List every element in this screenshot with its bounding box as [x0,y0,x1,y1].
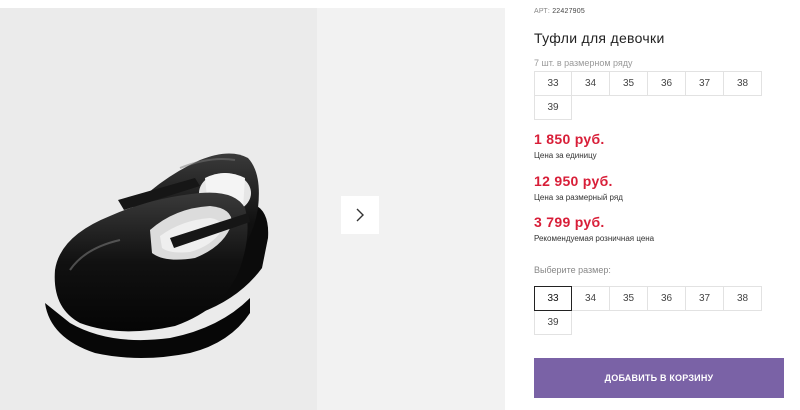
shoe-illustration [45,153,269,358]
unit-price: 1 850 руб. [534,131,605,147]
size-row-item: 38 [723,71,762,96]
size-row-item: 33 [534,71,572,96]
size-select-label: Выберите размер: [534,265,611,275]
row-price: 12 950 руб. [534,173,613,189]
size-row-item: 36 [647,71,686,96]
article-label: АРТ: [534,8,551,15]
size-row-note: 7 шт. в размерном ряду [534,58,633,68]
size-option-35[interactable]: 35 [609,286,648,311]
size-option-39[interactable]: 39 [534,310,572,335]
add-to-cart-button[interactable]: ДОБАВИТЬ В КОРЗИНУ [534,358,784,398]
article-number: АРТ: 22427905 [534,8,585,15]
retail-price: 3 799 руб. [534,214,605,230]
size-option-36[interactable]: 36 [647,286,686,311]
retail-price-label: Рекомендуемая розничная цена [534,234,655,243]
product-gallery [0,0,505,410]
size-option-34[interactable]: 34 [571,286,610,311]
product-title: Туфли для девочки [534,30,665,46]
size-row-item: 35 [609,71,648,96]
chevron-right-icon [356,208,364,222]
size-row-item: 37 [685,71,724,96]
size-row-grid: 33 34 35 36 37 38 39 [534,71,762,120]
article-value: 22427905 [552,8,585,15]
product-image[interactable] [0,8,317,410]
size-row-item: 39 [534,95,572,120]
size-option-37[interactable]: 37 [685,286,724,311]
unit-price-label: Цена за единицу [534,151,597,160]
size-selector: 33 34 35 36 37 38 39 [534,286,762,335]
gallery-next-button[interactable] [341,196,379,234]
row-price-label: Цена за размерный ряд [534,193,623,202]
size-option-33[interactable]: 33 [534,286,572,311]
size-option-38[interactable]: 38 [723,286,762,311]
product-details: АРТ: 22427905 Туфли для девочки 7 шт. в … [534,0,786,410]
size-row-item: 34 [571,71,610,96]
